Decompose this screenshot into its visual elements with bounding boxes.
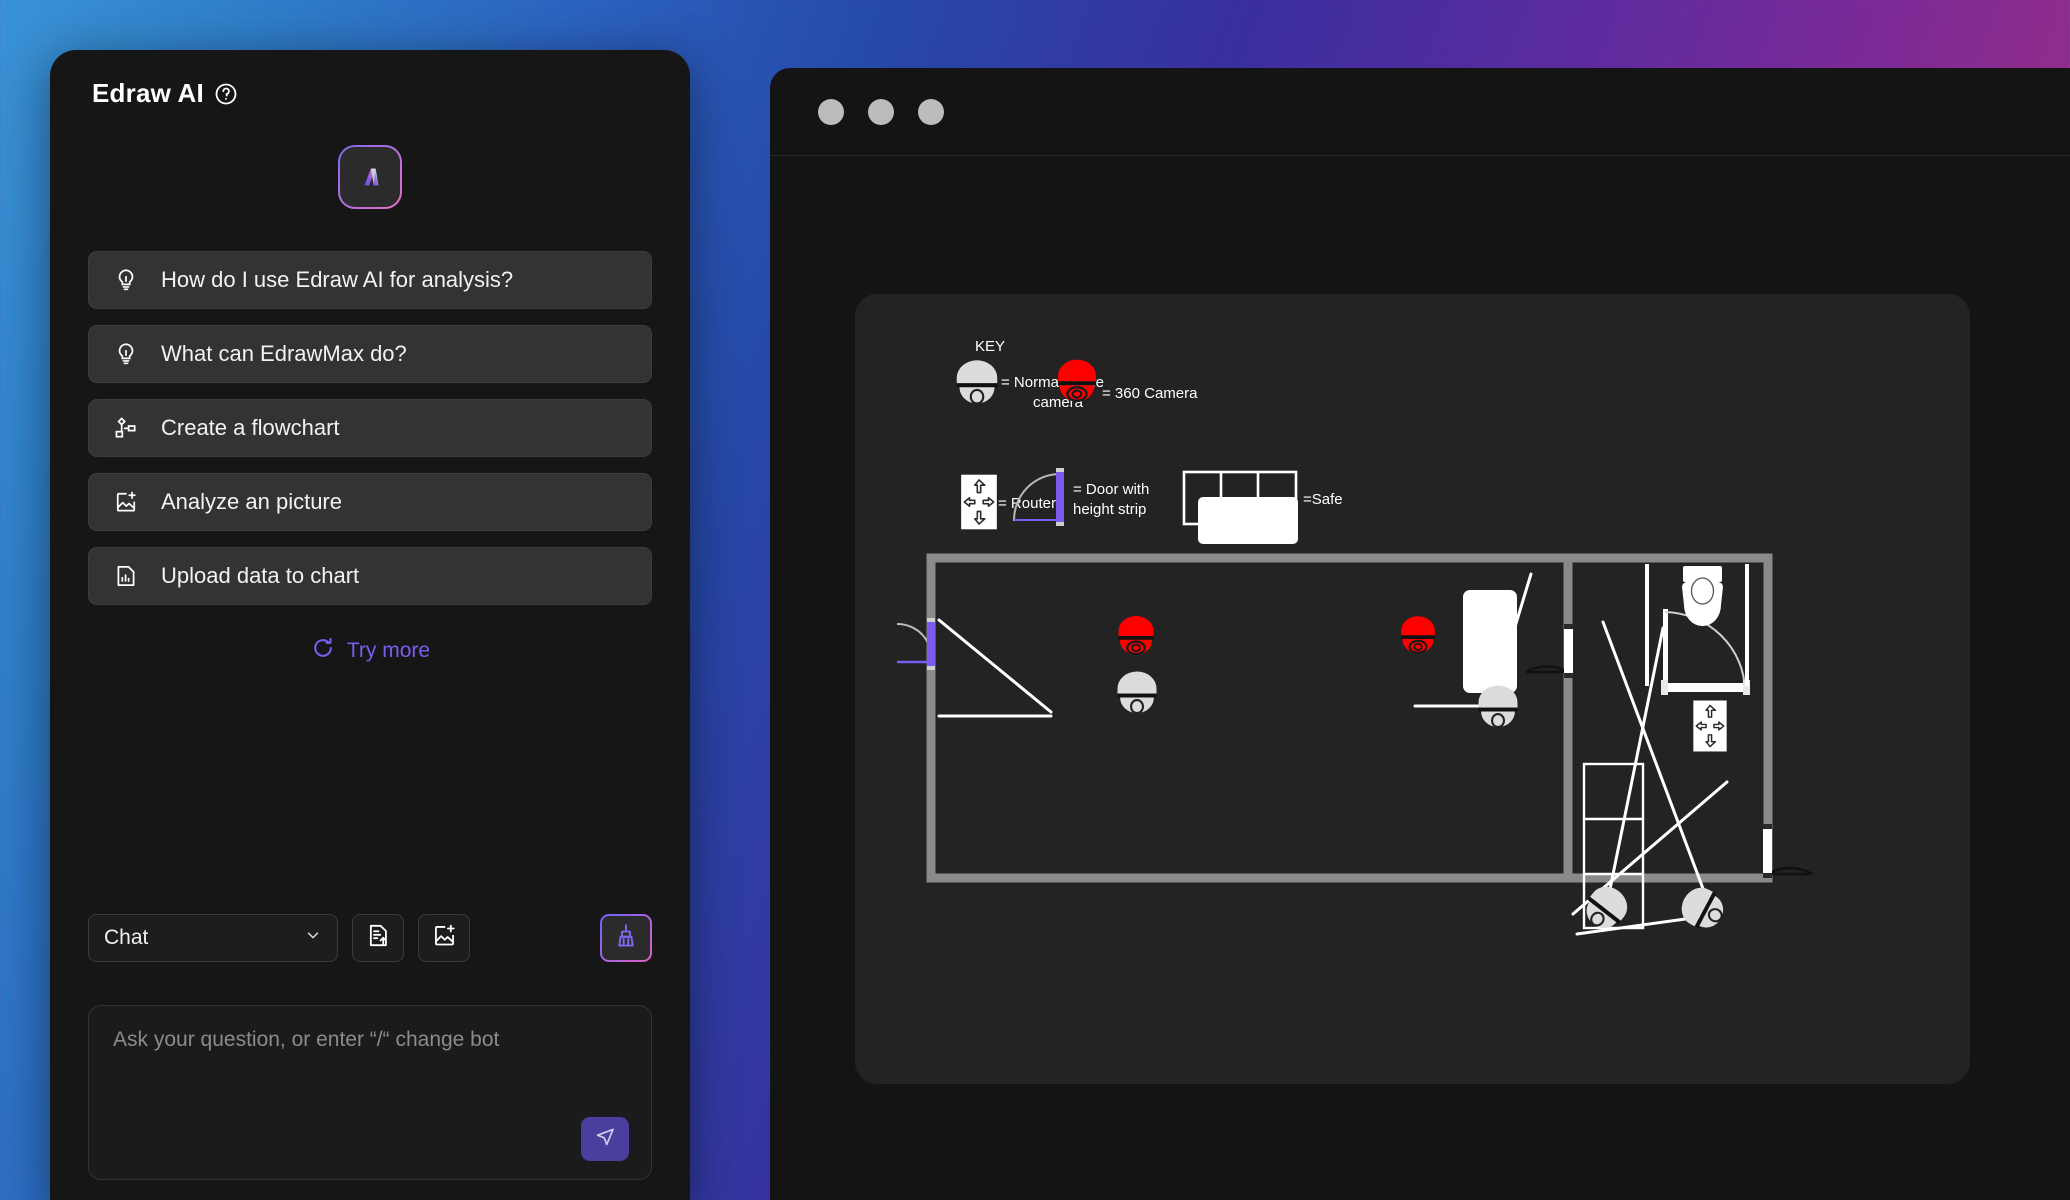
suggestion-list: How do I use Edraw AI for analysis? What… <box>88 251 652 605</box>
svg-text:= 360 Camera: = 360 Camera <box>1102 385 1198 402</box>
chevron-down-icon <box>304 926 322 950</box>
svg-text:= Door with: = Door with <box>1073 481 1149 498</box>
suggestion-item-analyze-picture[interactable]: Analyze an picture <box>88 473 652 531</box>
chat-input-placeholder: Ask your question, or enter “/“ change b… <box>113 1028 500 1051</box>
lightbulb-icon <box>113 341 139 367</box>
suggestion-label: How do I use Edraw AI for analysis? <box>161 267 514 292</box>
refresh-icon <box>310 635 336 667</box>
chat-mode-value: Chat <box>104 926 149 949</box>
chat-input-area[interactable]: Ask your question, or enter “/“ change b… <box>88 1005 652 1180</box>
suggestion-item-analysis[interactable]: How do I use Edraw AI for analysis? <box>88 251 652 309</box>
send-button[interactable] <box>581 1117 629 1161</box>
broom-icon <box>612 922 640 955</box>
document-upload-icon <box>365 922 392 954</box>
try-more-button[interactable]: Try more <box>310 635 430 667</box>
diagram-canvas[interactable]: KEY = Normal dome camera = 360 Camera = … <box>855 294 1970 1084</box>
clear-chat-button[interactable] <box>600 914 652 962</box>
image-plus-icon <box>431 922 458 954</box>
svg-text:height strip: height strip <box>1073 501 1146 518</box>
lightbulb-icon <box>113 267 139 293</box>
minimize-dot[interactable] <box>868 98 894 125</box>
page-title: Edraw AI <box>92 78 204 108</box>
suggestion-label: What can EdrawMax do? <box>161 341 407 366</box>
floor-plan-diagram: KEY = Normal dome camera = 360 Camera = … <box>855 294 1970 1084</box>
upload-image-button[interactable] <box>418 914 470 962</box>
edraw-ai-logo <box>338 145 402 209</box>
image-plus-icon <box>113 489 139 515</box>
svg-text:= Router: = Router <box>998 495 1056 512</box>
suggestion-label: Analyze an picture <box>161 489 342 514</box>
close-dot[interactable] <box>818 98 844 125</box>
svg-text:KEY: KEY <box>975 338 1005 355</box>
chat-mode-select[interactable]: Chat <box>88 914 338 962</box>
send-icon <box>593 1125 617 1154</box>
suggestion-item-edrawmax[interactable]: What can EdrawMax do? <box>88 325 652 383</box>
suggestion-label: Create a flowchart <box>161 415 340 440</box>
question-circle-icon[interactable] <box>214 82 238 106</box>
ai-panel-header: Edraw AI <box>50 50 690 109</box>
window-titlebar <box>770 68 2070 156</box>
edraw-ai-panel: Edraw AI How do I use Edraw AI for analy… <box>50 50 690 1200</box>
composer-toolbar: Chat <box>88 914 652 962</box>
suggestion-item-flowchart[interactable]: Create a flowchart <box>88 399 652 457</box>
chart-file-icon <box>113 563 139 589</box>
upload-document-button[interactable] <box>352 914 404 962</box>
maximize-dot[interactable] <box>918 98 944 125</box>
editor-window: KEY = Normal dome camera = 360 Camera = … <box>770 68 2070 1200</box>
svg-text:=Safe: =Safe <box>1303 491 1343 508</box>
try-more-label: Try more <box>346 639 431 662</box>
suggestion-item-upload-data[interactable]: Upload data to chart <box>88 547 652 605</box>
suggestion-label: Upload data to chart <box>161 563 360 588</box>
flowchart-icon <box>113 415 139 441</box>
